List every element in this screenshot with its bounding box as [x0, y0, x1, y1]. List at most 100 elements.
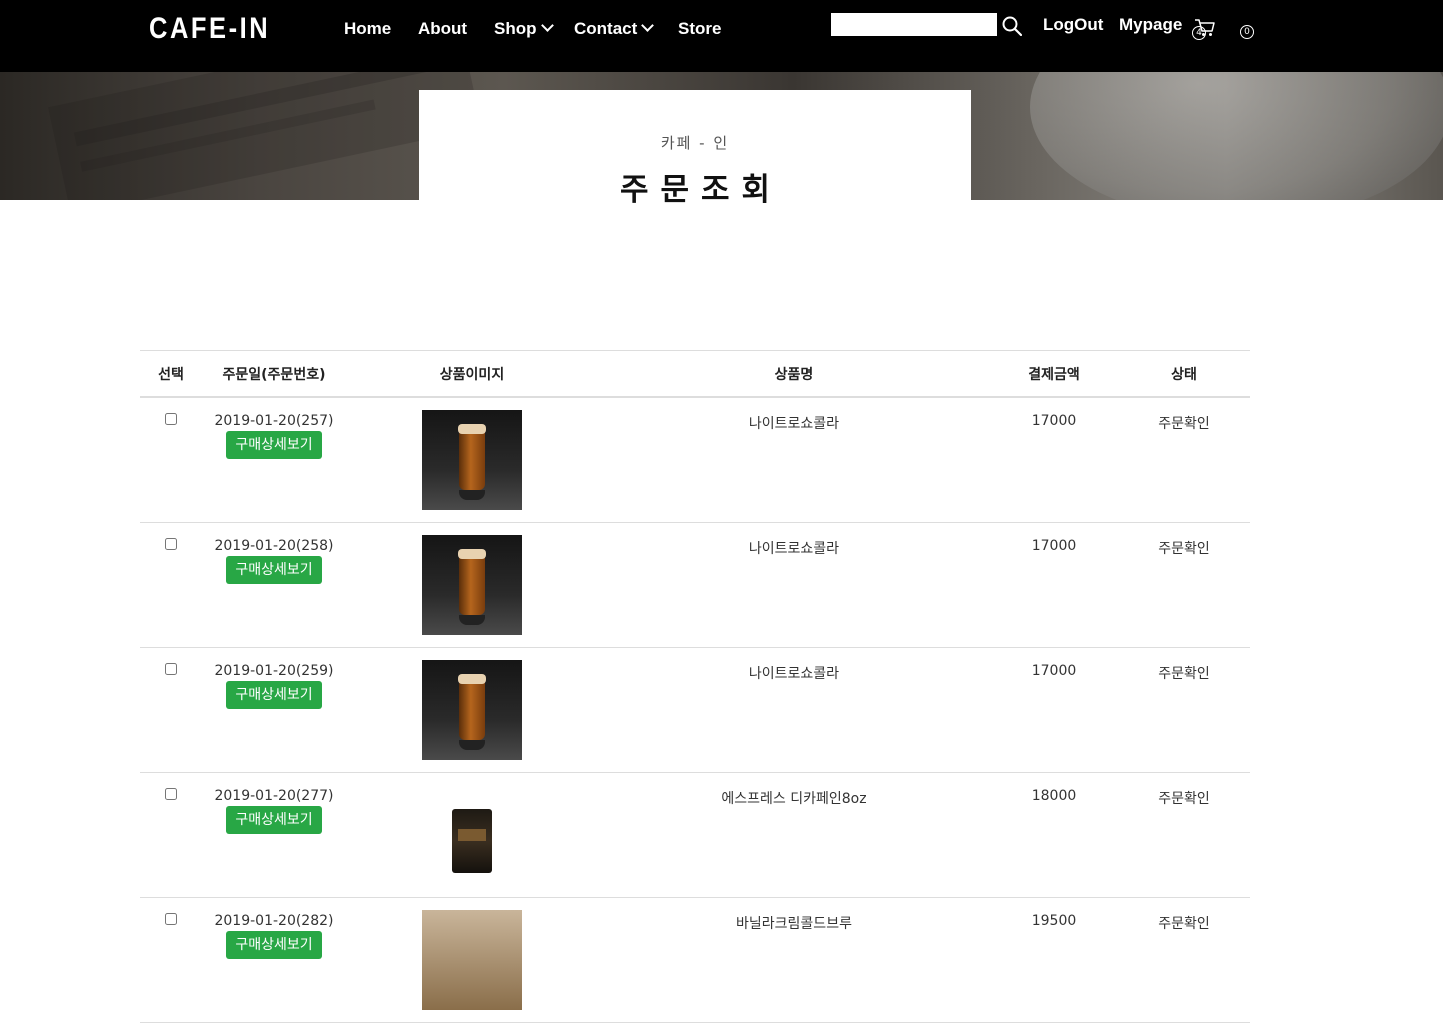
bag-label-graphic: [458, 829, 486, 841]
product-name-cell: 나이트로쇼콜라: [598, 647, 990, 773]
status-cell: 주문확인: [1118, 397, 1250, 523]
glass-base-graphic: [459, 615, 485, 625]
amount: 19500: [1031, 913, 1077, 929]
row-checkbox[interactable]: [165, 538, 177, 550]
amount-cell: 18000: [990, 772, 1118, 898]
table-row: 2019-01-20(258) 구매상세보기 나이트로쇼콜라 17000 주문확인: [140, 522, 1250, 648]
search-icon[interactable]: [1002, 16, 1022, 36]
select-cell: [140, 522, 202, 648]
chevron-down-icon: [641, 19, 655, 32]
product-image[interactable]: [422, 410, 522, 510]
amount: 17000: [1031, 663, 1077, 679]
amount-cell: 17000: [990, 522, 1118, 648]
header-order-date: 주문일(주문번호): [202, 350, 346, 398]
glass-graphic: [459, 428, 485, 490]
page-title: 주문조회: [619, 172, 783, 208]
product-image-cell: [346, 772, 598, 898]
order-status: 주문확인: [1158, 416, 1210, 432]
count-badge: 0: [1240, 25, 1254, 39]
mypage-link[interactable]: Mypage: [1119, 15, 1182, 35]
status-cell: 주문확인: [1118, 522, 1250, 648]
nav-about[interactable]: About: [418, 19, 467, 39]
nav-contact[interactable]: Contact: [574, 19, 655, 39]
row-checkbox[interactable]: [165, 413, 177, 425]
cart-count-badge: 4: [1192, 26, 1206, 40]
row-checkbox[interactable]: [165, 913, 177, 925]
product-image[interactable]: [422, 535, 522, 635]
order-date: 2019-01-20(282): [214, 913, 334, 929]
nav-contact-label: Contact: [574, 19, 638, 38]
product-image-cell: [346, 897, 598, 1023]
order-status: 주문확인: [1158, 916, 1210, 932]
order-detail-button[interactable]: 구매상세보기: [226, 431, 322, 459]
product-name[interactable]: 바닐라크림콜드브루: [598, 913, 990, 933]
product-name[interactable]: 나이트로쇼콜라: [598, 413, 990, 433]
chevron-down-icon: [540, 19, 554, 32]
foam-graphic: [458, 424, 486, 434]
nav-shop[interactable]: Shop: [494, 19, 554, 39]
order-date: 2019-01-20(257): [214, 413, 334, 429]
top-navbar: CAFE-IN Home About Shop Contact Store Lo…: [0, 0, 1443, 72]
product-name-cell: 나이트로쇼콜라: [598, 522, 990, 648]
row-checkbox[interactable]: [165, 663, 177, 675]
product-name-cell: 에스프레스 디카페인8oz: [598, 772, 990, 898]
order-date-cell: 2019-01-20(257) 구매상세보기: [202, 397, 346, 523]
orders-table: 선택 주문일(주문번호) 상품이미지 상품명 결제금액 상태 2019-01-2…: [140, 350, 1250, 1023]
header-select: 선택: [140, 350, 202, 398]
nav-shop-label: Shop: [494, 19, 537, 38]
amount-cell: 19500: [990, 897, 1118, 1023]
status-cell: 주문확인: [1118, 772, 1250, 898]
coffee-bag-graphic: [452, 809, 492, 873]
nav-store[interactable]: Store: [678, 19, 721, 39]
amount: 18000: [1031, 788, 1077, 804]
product-name-cell: 나이트로쇼콜라: [598, 397, 990, 523]
select-cell: [140, 647, 202, 773]
glass-graphic: [459, 678, 485, 740]
header-product-name: 상품명: [598, 350, 990, 398]
product-image[interactable]: [422, 785, 522, 885]
table-row: 2019-01-20(282) 구매상세보기 바닐라크림콜드브루 19500 주문…: [140, 897, 1250, 1023]
product-name[interactable]: 나이트로쇼콜라: [598, 538, 990, 558]
order-detail-button[interactable]: 구매상세보기: [226, 681, 322, 709]
header-product-image: 상품이미지: [346, 350, 598, 398]
product-name-cell: 바닐라크림콜드브루: [598, 897, 990, 1023]
hero-plate-graphic: [1030, 72, 1443, 200]
select-cell: [140, 397, 202, 523]
table-row: 2019-01-20(257) 구매상세보기 나이트로쇼콜라 17000 주문확인: [140, 397, 1250, 523]
row-checkbox[interactable]: [165, 788, 177, 800]
order-status: 주문확인: [1158, 791, 1210, 807]
search-input[interactable]: [831, 13, 997, 36]
product-name[interactable]: 나이트로쇼콜라: [598, 663, 990, 683]
page-subtitle: 카페 - 인: [660, 134, 730, 152]
select-cell: [140, 897, 202, 1023]
order-detail-button[interactable]: 구매상세보기: [226, 806, 322, 834]
product-image-cell: [346, 647, 598, 773]
nav-home[interactable]: Home: [344, 19, 391, 39]
page-title-box: 카페 - 인 주문조회: [419, 90, 971, 208]
logout-link[interactable]: LogOut: [1043, 15, 1103, 35]
amount-cell: 17000: [990, 397, 1118, 523]
table-header-row: 선택 주문일(주문번호) 상품이미지 상품명 결제금액 상태: [140, 350, 1250, 398]
order-status: 주문확인: [1158, 541, 1210, 557]
order-detail-button[interactable]: 구매상세보기: [226, 931, 322, 959]
order-detail-button[interactable]: 구매상세보기: [226, 556, 322, 584]
product-image-cell: [346, 397, 598, 523]
order-date: 2019-01-20(258): [214, 538, 334, 554]
select-cell: [140, 772, 202, 898]
table-row: 2019-01-20(259) 구매상세보기 나이트로쇼콜라 17000 주문확인: [140, 647, 1250, 773]
order-date-cell: 2019-01-20(258) 구매상세보기: [202, 522, 346, 648]
product-name[interactable]: 에스프레스 디카페인8oz: [598, 788, 990, 808]
foam-graphic: [458, 549, 486, 559]
amount-cell: 17000: [990, 647, 1118, 773]
order-date-cell: 2019-01-20(282) 구매상세보기: [202, 897, 346, 1023]
header-status: 상태: [1118, 350, 1250, 398]
site-logo[interactable]: CAFE-IN: [149, 12, 270, 46]
product-image[interactable]: [422, 910, 522, 1010]
order-date-cell: 2019-01-20(259) 구매상세보기: [202, 647, 346, 773]
glass-graphic: [459, 553, 485, 615]
order-status: 주문확인: [1158, 666, 1210, 682]
product-image[interactable]: [422, 660, 522, 760]
glass-base-graphic: [459, 490, 485, 500]
foam-graphic: [458, 674, 486, 684]
header-amount: 결제금액: [990, 350, 1118, 398]
